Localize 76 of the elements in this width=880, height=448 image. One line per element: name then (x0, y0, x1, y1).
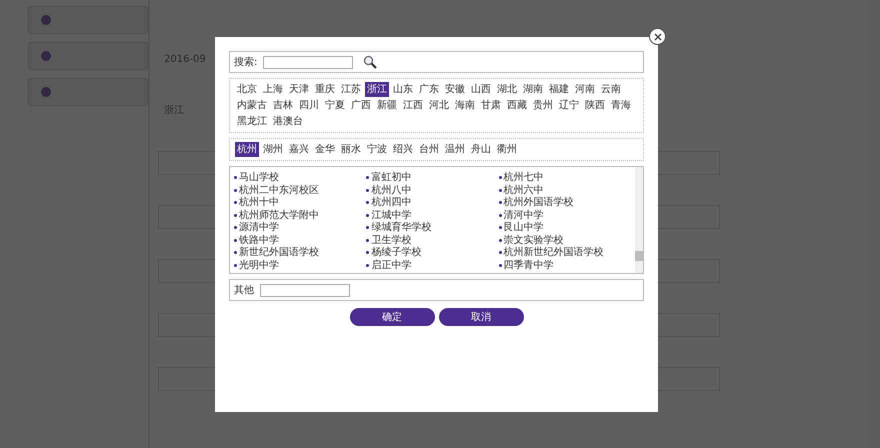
province-option[interactable]: 吉林 (271, 98, 295, 113)
province-option[interactable]: 港澳台 (271, 114, 305, 129)
province-option[interactable]: 陕西 (583, 98, 607, 113)
province-option[interactable]: 海南 (453, 98, 477, 113)
school-option[interactable]: 启正中学 (366, 260, 499, 271)
school-option[interactable]: 铁路中学 (234, 234, 366, 246)
city-option[interactable]: 衢州 (495, 142, 519, 157)
cancel-button[interactable]: 取消 (438, 308, 524, 326)
province-option[interactable]: 山东 (391, 82, 415, 97)
province-option[interactable]: 湖北 (495, 82, 519, 97)
city-option[interactable]: 金华 (313, 142, 337, 157)
province-option[interactable]: 河北 (427, 98, 451, 113)
school-option[interactable]: 杭州新世纪外国语学校 (498, 247, 631, 258)
school-option[interactable]: 杭州十中 (234, 197, 366, 208)
school-option[interactable]: 杭州八中 (366, 184, 499, 196)
city-option[interactable]: 绍兴 (391, 142, 415, 157)
school-option[interactable]: 卫生学校 (366, 234, 499, 246)
city-option[interactable]: 温州 (443, 142, 467, 157)
school-option[interactable]: 新世纪外国语学校 (234, 247, 366, 258)
search-icon[interactable] (363, 55, 378, 69)
school-option[interactable]: 江城中学 (366, 210, 499, 221)
school-option[interactable]: 清河中学 (498, 210, 631, 221)
school-option[interactable]: 艮山中学 (498, 222, 631, 234)
province-option[interactable]: 安徽 (443, 82, 467, 97)
province-option[interactable]: 浙江 (365, 82, 389, 97)
province-option[interactable]: 辽宁 (557, 98, 581, 113)
school-option[interactable]: 绿城育华学校 (366, 222, 499, 234)
school-option[interactable]: 光明中学 (234, 260, 366, 271)
province-option[interactable]: 山西 (469, 82, 493, 97)
province-option[interactable]: 甘肃 (479, 98, 503, 113)
school-option[interactable]: 杭州外国语学校 (498, 197, 631, 208)
other-field[interactable] (260, 284, 350, 296)
school-option[interactable]: 杭州师范大学附中 (234, 210, 366, 221)
school-option[interactable]: 四季青中学 (498, 260, 631, 271)
city-option[interactable]: 丽水 (339, 142, 363, 157)
province-option[interactable]: 天津 (287, 82, 311, 97)
confirm-button[interactable]: 确定 (350, 308, 434, 326)
city-option[interactable]: 湖州 (261, 142, 285, 157)
school-option[interactable]: 源清中学 (234, 222, 366, 234)
province-option[interactable]: 江西 (401, 98, 425, 113)
province-option[interactable]: 重庆 (313, 82, 337, 97)
school-option[interactable]: 杭州四中 (366, 197, 499, 208)
province-option[interactable]: 西藏 (505, 98, 529, 113)
province-option[interactable]: 广东 (417, 82, 441, 97)
city-option[interactable]: 宁波 (365, 142, 389, 157)
school-option[interactable]: 马山学校 (234, 172, 366, 184)
province-option[interactable]: 云南 (599, 82, 623, 97)
province-option[interactable]: 湖南 (521, 82, 545, 97)
school-option[interactable]: 富虹初中 (366, 172, 499, 184)
province-option[interactable]: 四川 (297, 98, 321, 113)
close-icon (654, 32, 662, 40)
province-option[interactable]: 黑龙江 (235, 114, 269, 129)
province-option[interactable]: 福建 (547, 82, 571, 97)
school-option[interactable]: 杭州二中东河校区 (234, 184, 366, 196)
school-option[interactable]: 杨绫子学校 (366, 247, 499, 258)
list-scrollbar[interactable] (635, 167, 643, 273)
city-option[interactable]: 嘉兴 (287, 142, 311, 157)
province-option[interactable]: 青海 (609, 98, 633, 113)
province-option[interactable]: 新疆 (375, 98, 399, 113)
search-field[interactable] (263, 56, 354, 68)
province-option[interactable]: 北京 (235, 82, 259, 97)
school-option[interactable]: 崇文实验学校 (498, 234, 631, 246)
city-option[interactable]: 台州 (417, 142, 441, 157)
province-option[interactable]: 江苏 (339, 82, 363, 97)
province-option[interactable]: 河南 (573, 82, 597, 97)
search-label: 搜索: (234, 56, 258, 69)
city-option[interactable]: 杭州 (235, 142, 259, 157)
other-label: 其他 (234, 284, 254, 297)
province-option[interactable]: 宁夏 (323, 98, 347, 113)
province-option[interactable]: 贵州 (531, 98, 555, 113)
province-option[interactable]: 上海 (261, 82, 285, 97)
province-option[interactable]: 广西 (349, 98, 373, 113)
province-option[interactable]: 内蒙古 (235, 98, 269, 113)
school-option[interactable]: 杭州六中 (498, 184, 631, 196)
city-option[interactable]: 舟山 (469, 142, 493, 157)
school-option[interactable]: 杭州七中 (498, 172, 631, 184)
